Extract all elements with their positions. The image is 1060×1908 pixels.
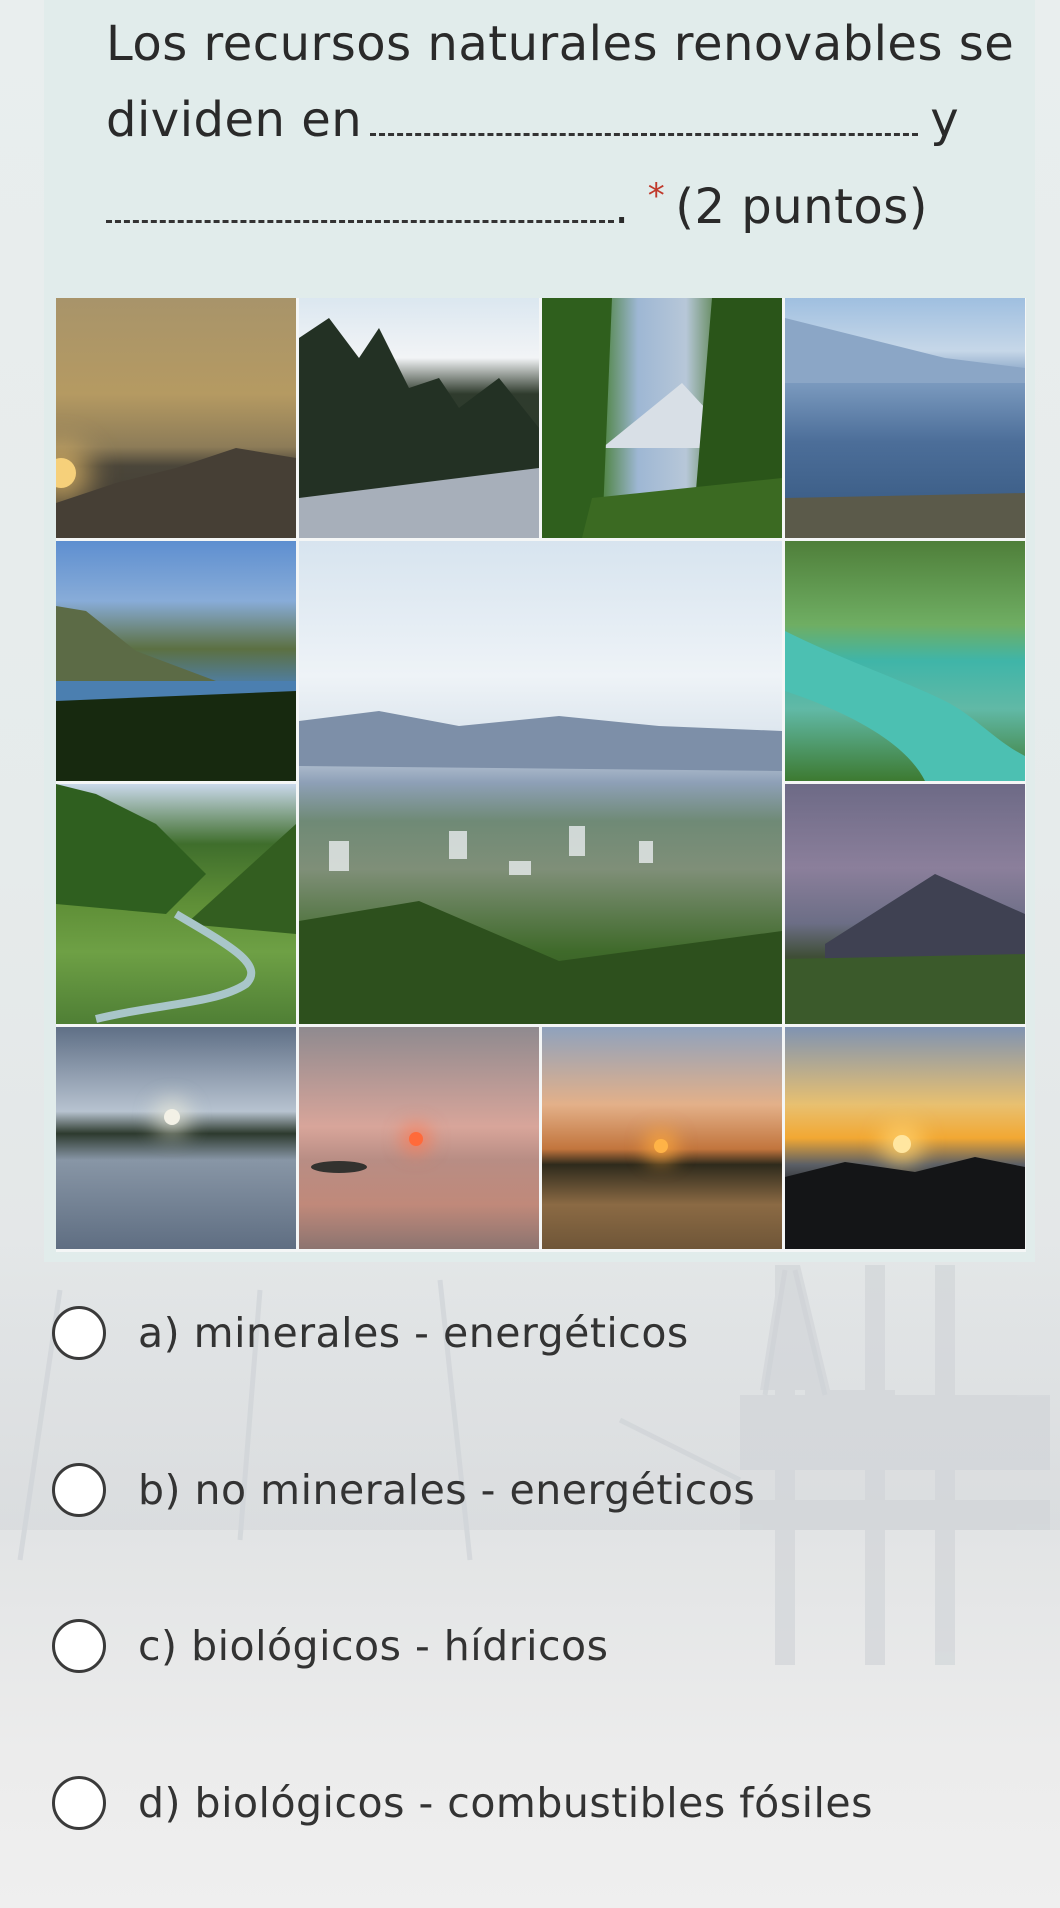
option-b-label: b) no minerales - energéticos [138, 1466, 756, 1514]
photo-golden-sunset-mountains [785, 1027, 1025, 1249]
question-line-2-suffix: y [930, 92, 960, 148]
radio-button-a[interactable] [52, 1306, 106, 1360]
photo-volcano-at-dusk [785, 784, 1025, 1024]
option-a[interactable]: a) minerales - energéticos [52, 1298, 689, 1368]
question-line-1: Los recursos naturales renovables se [106, 6, 1014, 82]
radio-button-c[interactable] [52, 1619, 106, 1673]
question-line-1-text: Los recursos naturales renovables se [106, 16, 1015, 72]
question-period: . [614, 179, 630, 235]
question-points: (2 puntos) [675, 179, 929, 235]
answer-blank-2 [106, 200, 614, 223]
question-text: Los recursos naturales renovables se div… [106, 6, 1014, 245]
radio-button-b[interactable] [52, 1463, 106, 1517]
question-line-2-prefix: dividen en [106, 92, 363, 148]
option-d-label: d) biológicos - combustibles fósiles [138, 1779, 873, 1827]
photo-sunset-mountains [56, 298, 296, 538]
photo-green-river-valley [56, 784, 296, 1024]
option-c-label: c) biológicos - hídricos [138, 1622, 609, 1670]
photo-city-valley-panorama [299, 541, 782, 1024]
background-sea [0, 1530, 1060, 1908]
option-d[interactable]: d) biológicos - combustibles fósiles [52, 1768, 873, 1838]
photo-pine-trees-road [299, 298, 539, 538]
landscape-collage [56, 298, 1026, 1252]
option-a-label: a) minerales - energéticos [138, 1309, 689, 1357]
photo-orange-sun-over-water [299, 1027, 539, 1249]
photo-sunset-palms-water [542, 1027, 782, 1249]
answer-blank-1 [370, 113, 919, 136]
required-asterisk: * [647, 176, 666, 216]
photo-volcano-through-trees [542, 298, 782, 538]
question-line-2: dividen en y [106, 82, 1006, 158]
photo-lake-and-mountains [785, 298, 1025, 538]
photo-lake-sunset-clouds [56, 1027, 296, 1249]
option-b[interactable]: b) no minerales - energéticos [52, 1455, 755, 1525]
radio-button-d[interactable] [52, 1776, 106, 1830]
photo-turquoise-river-pools [785, 541, 1025, 781]
photo-volcano-and-lake [56, 541, 296, 781]
option-c[interactable]: c) biológicos - hídricos [52, 1611, 608, 1681]
question-line-3: . * (2 puntos) [106, 158, 1006, 245]
